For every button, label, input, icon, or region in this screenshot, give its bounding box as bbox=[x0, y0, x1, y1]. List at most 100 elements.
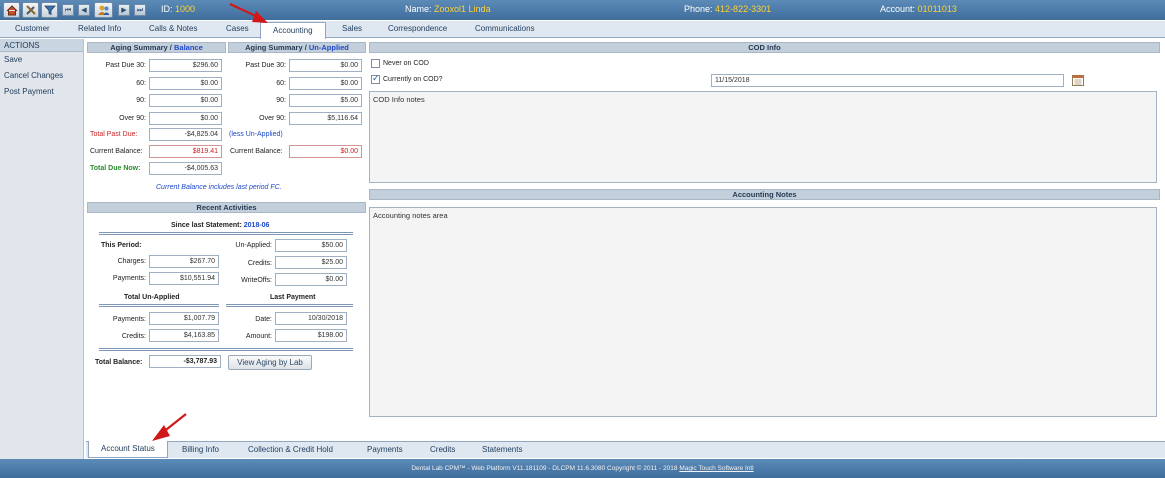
footer-text: Dental Lab CPM™ - Web Platform V11.18110… bbox=[411, 465, 680, 472]
currently-on-cod-checkbox[interactable] bbox=[371, 73, 380, 84]
aging-balance-title-accent: Balance bbox=[173, 43, 203, 52]
total-past-due-label: Total Past Due: bbox=[90, 131, 138, 138]
name-label: Name: bbox=[405, 4, 432, 14]
footer-link[interactable]: Magic Touch Software Intl bbox=[679, 465, 753, 472]
never-on-cod-checkbox[interactable] bbox=[371, 59, 380, 68]
payments-input[interactable]: $10,551.94 bbox=[149, 272, 219, 285]
current-balance-label: Current Balance: bbox=[90, 148, 143, 155]
ua-past-due-90-input[interactable]: $5.00 bbox=[289, 94, 362, 107]
since-statement-value: 2018-06 bbox=[243, 222, 270, 229]
unapplied-label: Un-Applied: bbox=[235, 242, 272, 249]
phone-field: Phone: 412-822-3301 bbox=[684, 4, 771, 14]
tab-collection-credit-hold[interactable]: Collection & Credit Hold bbox=[248, 445, 333, 454]
tu-payments-input[interactable]: $1,007.79 bbox=[149, 312, 219, 325]
ua-past-due-60-input[interactable]: $0.00 bbox=[289, 77, 362, 90]
past-due-30-input[interactable]: $296.60 bbox=[149, 59, 222, 72]
ua-past-due-30-input[interactable]: $0.00 bbox=[289, 59, 362, 72]
account-label: Account: bbox=[880, 4, 916, 14]
last-payment-title: Last Payment bbox=[270, 294, 316, 301]
writeoffs-input[interactable]: $0.00 bbox=[275, 273, 347, 286]
lp-date-input[interactable]: 10/30/2018 bbox=[275, 312, 347, 325]
sidebar-item-save[interactable]: Save bbox=[0, 52, 83, 68]
calendar-icon[interactable] bbox=[1072, 75, 1084, 86]
this-period-label: This Period: bbox=[101, 242, 142, 249]
ua-past-due-90-label: 90: bbox=[276, 97, 286, 104]
tab-accounting[interactable]: Accounting bbox=[260, 22, 326, 39]
aging-unapplied-title-accent: Un-Applied bbox=[308, 43, 349, 52]
next-record-icon[interactable]: ▶ bbox=[118, 4, 130, 16]
cod-info-header: COD Info bbox=[369, 42, 1160, 53]
total-unapplied-title: Total Un-Applied bbox=[124, 294, 180, 301]
phone-value: 412-822-3301 bbox=[715, 4, 772, 14]
footer-bar: Dental Lab CPM™ - Web Platform V11.18110… bbox=[0, 459, 1165, 478]
since-statement-text: Since last Statement: bbox=[171, 222, 242, 229]
total-due-now-label: Total Due Now: bbox=[90, 165, 141, 172]
current-balance-input[interactable]: $819.41 bbox=[149, 145, 222, 158]
people-icon[interactable] bbox=[94, 2, 113, 18]
ua-over-90-label: Over 90: bbox=[259, 115, 286, 122]
aging-balance-header: Aging Summary / Balance bbox=[87, 42, 226, 53]
tab-communications[interactable]: Communications bbox=[475, 24, 535, 33]
name-value: Zooxol1 Linda bbox=[434, 4, 491, 14]
lp-amount-input[interactable]: $198.00 bbox=[275, 329, 347, 342]
tab-customer[interactable]: Customer bbox=[15, 24, 50, 33]
divider bbox=[99, 304, 219, 307]
sidebar-item-post-payment[interactable]: Post Payment bbox=[0, 84, 83, 100]
sidebar-item-cancel-changes[interactable]: Cancel Changes bbox=[0, 68, 83, 84]
tools-icon[interactable] bbox=[22, 2, 39, 18]
sidebar-header: ACTIONS bbox=[0, 39, 83, 52]
ua-over-90-input[interactable]: $5,116.64 bbox=[289, 112, 362, 125]
ua-past-due-30-label: Past Due 30: bbox=[245, 62, 286, 69]
tab-cases[interactable]: Cases bbox=[226, 24, 249, 33]
last-record-icon[interactable]: ⏭ bbox=[134, 4, 146, 16]
past-due-90-input[interactable]: $0.00 bbox=[149, 94, 222, 107]
payments-label: Payments: bbox=[112, 275, 146, 282]
total-due-now-input[interactable]: -$4,005.63 bbox=[149, 162, 222, 175]
phone-label: Phone: bbox=[684, 4, 713, 14]
view-aging-by-lab-button[interactable]: View Aging by Lab bbox=[228, 355, 312, 370]
tab-payments[interactable]: Payments bbox=[367, 445, 403, 454]
account-value: 01011013 bbox=[917, 4, 957, 14]
charges-label: Charges: bbox=[117, 258, 146, 265]
main-tab-bar: Customer Related Info Calls & Notes Case… bbox=[0, 21, 1165, 39]
credits-input[interactable]: $25.00 bbox=[275, 256, 347, 269]
id-value: 1000 bbox=[175, 4, 196, 14]
tab-calls-notes[interactable]: Calls & Notes bbox=[149, 24, 197, 33]
divider bbox=[226, 304, 353, 307]
over-90-input[interactable]: $0.00 bbox=[149, 112, 222, 125]
home-icon[interactable] bbox=[3, 2, 20, 18]
tu-credits-label: Credits: bbox=[121, 333, 146, 340]
id-label: ID: bbox=[161, 4, 173, 14]
tab-credits[interactable]: Credits bbox=[430, 445, 455, 454]
tab-billing-info[interactable]: Billing Info bbox=[182, 445, 219, 454]
tab-related-info[interactable]: Related Info bbox=[78, 24, 121, 33]
recent-activities-header: Recent Activities bbox=[87, 202, 366, 213]
filter-icon[interactable] bbox=[41, 2, 58, 18]
never-on-cod-label: Never on COD bbox=[383, 60, 429, 67]
previous-record-icon[interactable]: ◀ bbox=[78, 4, 90, 16]
lp-date-label: Date: bbox=[255, 316, 272, 323]
top-header-bar: ⏮ ◀ ▶ ⏭ ID: 1000 Name: Zooxol1 Linda Pho… bbox=[0, 0, 1165, 20]
tu-credits-input[interactable]: $4,163.85 bbox=[149, 329, 219, 342]
past-due-60-label: 60: bbox=[136, 80, 146, 87]
first-record-icon[interactable]: ⏮ bbox=[62, 4, 74, 16]
total-past-due-input[interactable]: -$4,825.04 bbox=[149, 128, 222, 141]
accounting-notes-header: Accounting Notes bbox=[369, 189, 1160, 200]
past-due-60-input[interactable]: $0.00 bbox=[149, 77, 222, 90]
divider bbox=[99, 348, 353, 351]
cod-date-input[interactable]: 11/15/2018 bbox=[711, 74, 1064, 87]
cod-notes-textarea[interactable]: COD Info notes bbox=[369, 91, 1157, 183]
tab-account-status[interactable]: Account Status bbox=[88, 441, 168, 458]
bottom-tab-bar: Account Status Billing Info Collection &… bbox=[86, 441, 1165, 458]
unapplied-input[interactable]: $50.00 bbox=[275, 239, 347, 252]
accounting-notes-textarea[interactable]: Accounting notes area bbox=[369, 207, 1157, 417]
tab-statements[interactable]: Statements bbox=[482, 445, 522, 454]
charges-input[interactable]: $267.70 bbox=[149, 255, 219, 268]
total-balance-input[interactable]: -$3,787.93 bbox=[149, 355, 221, 368]
less-unapplied-note: (less Un-Applied) bbox=[229, 131, 283, 138]
tab-sales[interactable]: Sales bbox=[342, 24, 362, 33]
app-window: ⏮ ◀ ▶ ⏭ ID: 1000 Name: Zooxol1 Linda Pho… bbox=[0, 0, 1165, 478]
ua-current-balance-input[interactable]: $0.00 bbox=[289, 145, 362, 158]
tab-correspondence[interactable]: Correspondence bbox=[388, 24, 447, 33]
account-field: Account: 01011013 bbox=[880, 4, 957, 14]
